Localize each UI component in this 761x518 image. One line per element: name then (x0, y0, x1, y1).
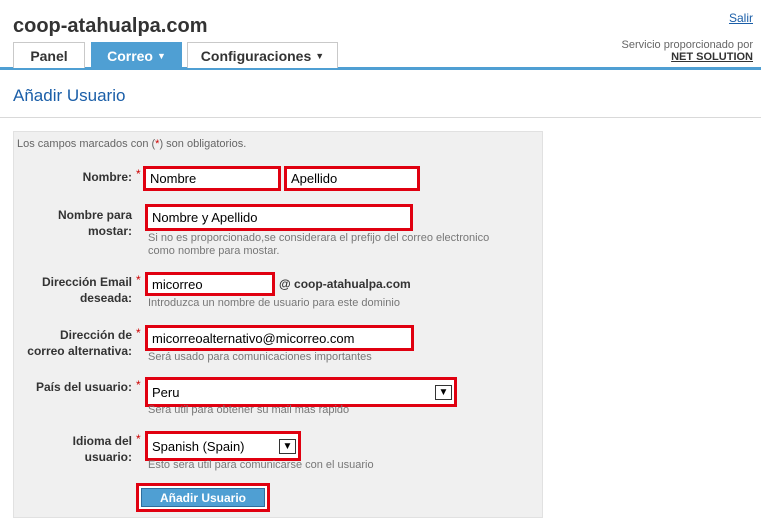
required-note: Los campos marcados con (*) son obligato… (17, 138, 246, 150)
first-name-input[interactable]: Nombre (146, 169, 278, 188)
tab-panel-label: Panel (30, 47, 68, 64)
display-name-highlight: Nombre y Apellido (145, 204, 413, 231)
language-select-value: Spanish (Spain) (152, 438, 245, 454)
email-hint: Introduzca un nombre de usuario para est… (148, 297, 400, 309)
required-star: * (136, 326, 141, 340)
first-name-highlight: Nombre (143, 166, 281, 191)
provider-label: Servicio proporcionado por (621, 39, 753, 51)
add-user-button[interactable]: Añadir Usuario (141, 488, 265, 507)
display-name-hint-line1: Si no es proporcionado,se considerara el… (148, 232, 490, 244)
logout-link[interactable]: Salir (729, 11, 753, 25)
language-label-line2: usuario: (84, 450, 132, 464)
display-name-input[interactable]: Nombre y Apellido (148, 207, 410, 228)
alt-email-label-line2: correo alternativa: (27, 344, 132, 358)
email-label-line2: deseada: (79, 291, 132, 305)
country-hint: Sera util para obtener su mail mas rapid… (148, 404, 350, 416)
required-star: * (136, 378, 141, 392)
tab-correo[interactable]: Correo ▼ (91, 42, 182, 68)
alt-email-hint: Será usado para comunicaciones important… (148, 351, 372, 363)
last-name-input[interactable]: Apellido (287, 169, 417, 188)
nombre-label: Nombre: (82, 170, 132, 184)
chevron-down-icon: ▼ (156, 50, 166, 61)
country-select-value: Peru (152, 384, 180, 400)
required-note-text-end: ) son obligatorios. (159, 138, 247, 150)
chevron-down-icon[interactable]: ▼ (279, 438, 296, 454)
display-name-hint-line2: como nombre para mostar. (148, 245, 280, 257)
display-name-label-line2: mostar: (87, 224, 132, 238)
submit-highlight: Añadir Usuario (136, 483, 270, 512)
required-star: * (136, 432, 141, 446)
required-star: * (136, 167, 141, 181)
language-select[interactable]: Spanish (Spain) ▼ (148, 434, 298, 458)
tab-correo-label: Correo (107, 47, 153, 64)
country-highlight: Peru ▼ (145, 377, 457, 407)
email-label-line1: Dirección Email (41, 275, 132, 289)
language-label: Idioma del usuario: (20, 433, 132, 465)
display-name-hint: Si no es proporcionado,se considerara el… (148, 232, 489, 258)
email-domain-suffix: @ coop-atahualpa.com (279, 277, 411, 291)
page-title: Añadir Usuario (13, 86, 126, 105)
last-name-highlight: Apellido (284, 166, 420, 191)
alt-email-input[interactable]: micorreoalternativo@micorreo.com (148, 328, 411, 348)
country-select[interactable]: Peru ▼ (148, 380, 454, 404)
email-label: Dirección Email deseada: (20, 274, 132, 306)
provider-info: Servicio proporcionado por NET SOLUTION (622, 39, 753, 63)
language-hint: Esto sera util para comunicarse con el u… (148, 459, 374, 471)
chevron-down-icon: ▼ (315, 50, 325, 61)
display-name-label-line1: Nombre para (57, 208, 132, 222)
alt-email-label: Dirección de correo alternativa: (15, 327, 132, 359)
country-label: País del usuario: (35, 380, 132, 394)
divider (0, 117, 761, 118)
tab-configuraciones-label: Configuraciones (200, 47, 312, 64)
required-star: * (136, 273, 141, 287)
language-highlight: Spanish (Spain) ▼ (145, 431, 301, 461)
email-username-input[interactable]: micorreo (148, 275, 272, 293)
alt-email-highlight: micorreoalternativo@micorreo.com (145, 325, 414, 351)
site-title: coop-atahualpa.com (13, 15, 208, 37)
display-name-label: Nombre para mostar: (20, 207, 132, 239)
tab-panel[interactable]: Panel (13, 42, 85, 68)
provider-name[interactable]: NET SOLUTION (622, 51, 753, 63)
header: coop-atahualpa.com Salir Servicio propor… (0, 0, 761, 70)
tab-configuraciones[interactable]: Configuraciones ▼ (187, 42, 338, 68)
alt-email-label-line1: Dirección de (59, 328, 132, 342)
email-highlight: micorreo (145, 272, 275, 296)
required-note-text: Los campos marcados con ( (17, 138, 156, 150)
language-label-line1: Idioma del (72, 434, 132, 448)
chevron-down-icon[interactable]: ▼ (435, 384, 452, 400)
